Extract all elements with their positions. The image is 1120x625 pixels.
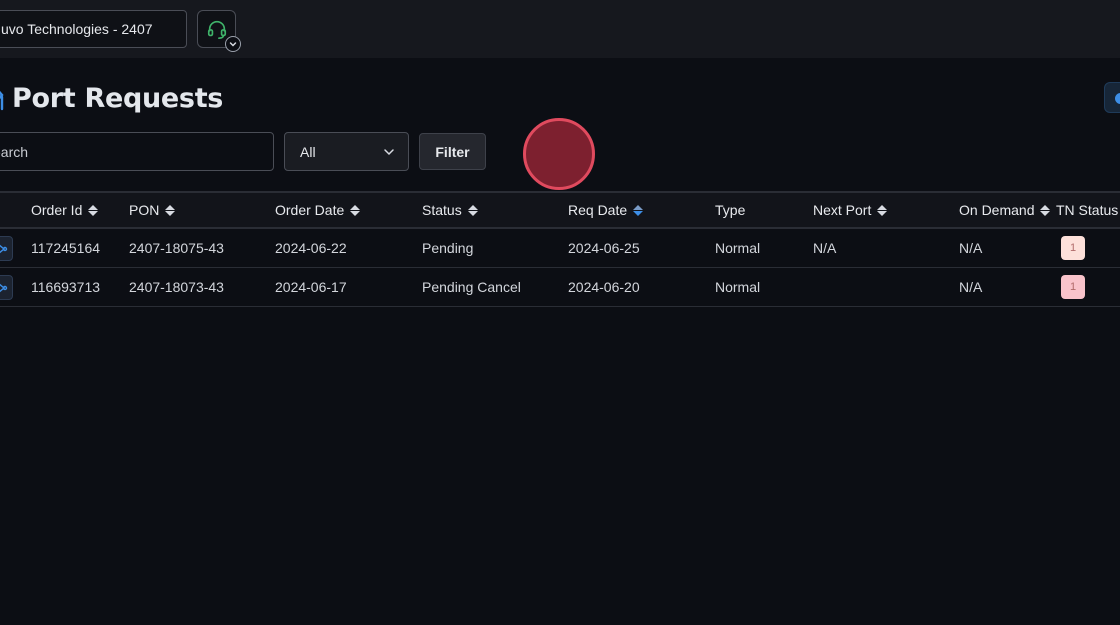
cell-on-demand: N/A: [959, 240, 983, 256]
account-selector[interactable]: uvo Technologies - 2407: [0, 10, 187, 48]
cell-tn-status: 1: [1061, 268, 1085, 306]
cell-order-id: 117245164: [31, 240, 101, 256]
table-row[interactable]: 116693713 2407-18073-43 2024-06-17 Pendi…: [0, 268, 1120, 307]
column-next-port[interactable]: Next Port: [813, 193, 888, 227]
column-tn-status: TN Status: [1056, 202, 1119, 218]
cell-order-date: 2024-06-17: [275, 279, 347, 295]
cell-status: Pending Cancel: [422, 279, 521, 295]
column-on-demand[interactable]: On Demand: [959, 193, 1051, 227]
port-requests-table: Order Id PON Order Date Status Req Date …: [0, 191, 1120, 307]
sort-icon: [88, 204, 99, 216]
cell-status: Pending: [422, 240, 474, 256]
sort-desc-icon: [633, 204, 644, 216]
toggle-button[interactable]: [1104, 82, 1120, 113]
cell-type: Normal: [715, 240, 761, 256]
tn-status-badge[interactable]: 1: [1061, 236, 1085, 260]
support-dropdown-toggle[interactable]: [225, 36, 241, 52]
port-icon: [0, 244, 7, 253]
port-icon: [0, 283, 7, 292]
cell-req-date: 2024-06-20: [568, 279, 640, 295]
sort-icon: [877, 204, 888, 216]
column-type: Type: [715, 202, 746, 218]
port-requests-icon: [0, 90, 4, 111]
cell-pon: 2407-18075-43: [129, 240, 224, 256]
toggle-indicator: [1115, 93, 1120, 104]
filter-button[interactable]: Filter: [419, 133, 486, 170]
row-action-button[interactable]: [0, 236, 13, 261]
row-action-button[interactable]: [0, 275, 13, 300]
top-bar: uvo Technologies - 2407: [0, 0, 1120, 58]
cell-tn-status: 1: [1061, 229, 1085, 267]
sort-icon: [350, 204, 361, 216]
column-status[interactable]: Status: [422, 193, 478, 227]
sort-icon: [165, 204, 176, 216]
column-order-date[interactable]: Order Date: [275, 193, 361, 227]
cell-on-demand: N/A: [959, 279, 983, 295]
cell-next-port: N/A: [813, 240, 837, 256]
cell-order-date: 2024-06-22: [275, 240, 347, 256]
table-row[interactable]: 117245164 2407-18075-43 2024-06-22 Pendi…: [0, 229, 1120, 268]
status-filter-select[interactable]: All: [284, 132, 409, 171]
column-req-date[interactable]: Req Date: [568, 193, 644, 227]
account-name: uvo Technologies - 2407: [1, 21, 153, 37]
column-order-id[interactable]: Order Id: [31, 193, 99, 227]
chevron-down-icon: [229, 42, 237, 47]
chevron-down-icon: [384, 148, 394, 155]
sort-icon: [467, 204, 478, 216]
cell-type: Normal: [715, 279, 761, 295]
sort-icon: [1040, 204, 1051, 216]
status-filter-value: All: [300, 143, 316, 160]
cell-pon: 2407-18073-43: [129, 279, 224, 295]
tn-status-badge[interactable]: 1: [1061, 275, 1085, 299]
search-input[interactable]: [0, 132, 274, 171]
cell-req-date: 2024-06-25: [568, 240, 640, 256]
column-pon[interactable]: PON: [129, 193, 176, 227]
page-header: Port Requests: [0, 80, 223, 116]
click-indicator: [523, 118, 595, 190]
headset-icon: [207, 20, 226, 39]
table-header: Order Id PON Order Date Status Req Date …: [0, 191, 1120, 229]
cell-order-id: 116693713: [31, 279, 101, 295]
page-title: Port Requests: [12, 82, 224, 114]
